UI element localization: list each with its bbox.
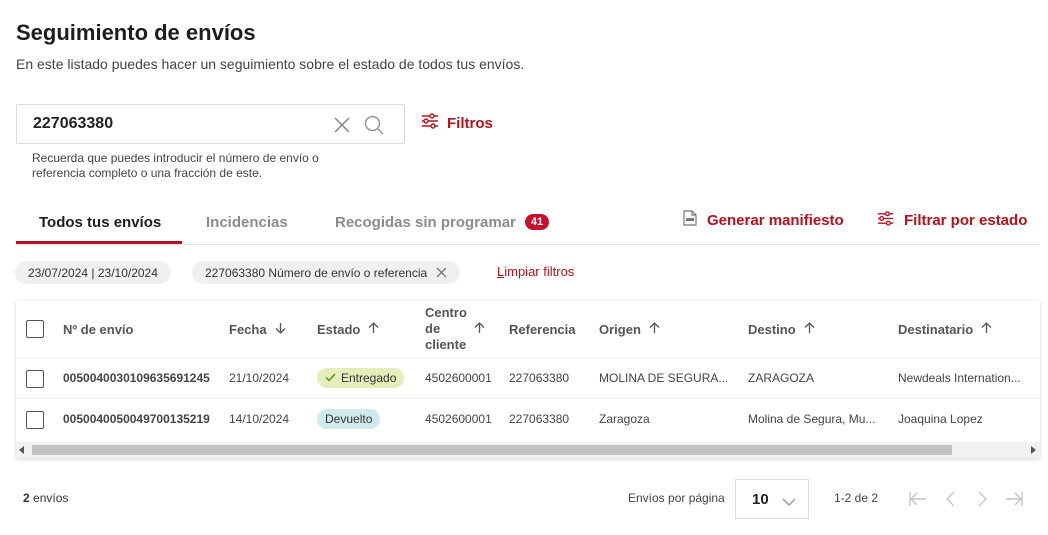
previous-page-icon[interactable] [941, 489, 961, 509]
table-row[interactable]: 0050040050049700135219 14/10/2024 Devuel… [16, 398, 1040, 439]
reference: 227063380 [509, 412, 570, 426]
arrow-up-icon [649, 321, 660, 337]
column-header-shipment-no[interactable]: Nº de envío [63, 301, 133, 357]
count-number: 2 [23, 491, 30, 505]
page-title: Seguimiento de envíos [16, 20, 256, 45]
column-header-recipient[interactable]: Destinatario [898, 301, 992, 357]
shipments-count: 2 envíos [23, 491, 68, 505]
manifest-label: Generar manifiesto [707, 211, 844, 229]
generate-manifest-button[interactable]: Generar manifiesto [683, 210, 844, 230]
chevron-down-icon [782, 494, 796, 506]
arrow-up-icon [981, 321, 992, 337]
client-center: 4502600001 [425, 371, 492, 385]
first-page-icon[interactable] [908, 489, 928, 509]
column-label: Destinatario [898, 321, 974, 337]
close-icon[interactable] [436, 267, 447, 278]
tab-label: Recogidas sin programar [335, 213, 516, 231]
client-center: 4502600001 [425, 412, 492, 426]
search-hint: Recuerda que puedes introducir el número… [32, 151, 319, 180]
scrollbar-thumb[interactable] [32, 445, 952, 455]
arrow-up-icon [368, 321, 379, 337]
tab-label: Incidencias [206, 213, 288, 231]
destination: ZARAGOZA [748, 371, 815, 385]
clear-filters-label: impiar filtros [504, 264, 575, 279]
column-header-destination[interactable]: Destino [748, 301, 815, 357]
active-tab-indicator [16, 241, 182, 244]
filters-label: Filtros [447, 114, 493, 132]
recipient: Newdeals Internation... [898, 371, 1021, 385]
date-range-chip: 23/07/2024 | 23/10/2024 [15, 261, 171, 284]
status-cell: Devuelto [317, 399, 422, 439]
destination: Molina de Segura, Mu... [748, 412, 876, 426]
search-filter-chip: 227063380 Número de envío o referencia [192, 261, 461, 284]
count-badge: 41 [524, 214, 550, 230]
status-label: Entregado [341, 371, 397, 385]
count-label: envíos [29, 491, 69, 505]
search-input[interactable] [33, 105, 333, 143]
recipient: Joaquina Lopez [898, 412, 983, 426]
search-icon[interactable] [364, 115, 384, 135]
column-header-reference[interactable]: Referencia [509, 301, 575, 357]
status-filter-label: Filtrar por estado [904, 211, 1028, 229]
page-subtitle: En este listado puedes hacer un seguimie… [16, 56, 525, 72]
last-page-icon[interactable] [1004, 489, 1024, 509]
horizontal-scrollbar[interactable] [16, 442, 1040, 458]
status-cell: Entregado [317, 358, 422, 398]
scroll-right-arrow-icon[interactable] [1031, 446, 1036, 454]
sliders-icon [421, 112, 439, 134]
origin: MOLINA DE SEGURA... [599, 371, 729, 385]
page-range: 1-2 de 2 [834, 491, 879, 505]
tab-incidents[interactable]: Incidencias [206, 200, 288, 244]
row-checkbox[interactable] [26, 411, 44, 429]
close-icon[interactable] [333, 116, 351, 134]
shipment-number[interactable]: 0050040030109635691245 [63, 358, 228, 398]
row-checkbox[interactable] [26, 370, 44, 388]
table-row[interactable]: 0050040030109635691245 21/10/2024 Entreg… [16, 357, 1040, 398]
column-label: Fecha [229, 321, 267, 337]
tab-label: Todos tus envíos [39, 213, 162, 231]
status-badge: Entregado [317, 368, 405, 388]
scroll-left-arrow-icon[interactable] [19, 446, 24, 454]
column-label: Origen [599, 321, 641, 337]
origin: Zaragoza [599, 412, 650, 426]
column-label: Nº de envío [63, 321, 134, 337]
arrow-up-icon [804, 321, 815, 337]
tab-unscheduled-pickups[interactable]: Recogidas sin programar 41 [335, 200, 550, 244]
filters-button[interactable]: Filtros [421, 113, 493, 133]
shipment-date: 21/10/2024 [229, 371, 290, 385]
status-badge: Devuelto [317, 409, 381, 429]
shipment-date: 14/10/2024 [229, 412, 290, 426]
column-label: Destino [748, 321, 796, 337]
column-label: Estado [317, 321, 361, 337]
reference: 227063380 [509, 371, 570, 385]
column-header-date[interactable]: Fecha [229, 301, 286, 357]
clear-filters-link[interactable]: Limpiar filtros [497, 264, 574, 279]
column-label: Referencia [509, 321, 576, 337]
tab-all-shipments[interactable]: Todos tus envíos [39, 200, 161, 244]
shipment-number[interactable]: 0050040050049700135219 [63, 399, 228, 439]
check-icon [325, 371, 336, 385]
arrow-down-icon [275, 322, 286, 337]
search-box [16, 104, 405, 144]
per-page-select[interactable]: 10 [735, 479, 809, 519]
sliders-icon [877, 210, 894, 231]
per-page-value: 10 [752, 491, 769, 508]
column-header-status[interactable]: Estado [317, 301, 379, 357]
shipments-table: Nº de envío Fecha Estado Centro de clien… [16, 301, 1040, 458]
chip-label: 23/07/2024 | 23/10/2024 [28, 265, 158, 280]
status-label: Devuelto [325, 412, 373, 426]
column-label: Centro de cliente [425, 305, 467, 352]
next-page-icon[interactable] [972, 489, 992, 509]
filter-by-status-button[interactable]: Filtrar por estado [877, 210, 1027, 230]
column-header-center[interactable]: Centro de cliente [425, 301, 505, 357]
column-header-origin[interactable]: Origen [599, 301, 660, 357]
arrow-up-icon [474, 321, 485, 337]
pdf-file-icon [683, 210, 697, 230]
select-all-checkbox[interactable] [26, 320, 44, 338]
chip-label: 227063380 Número de envío o referencia [205, 265, 428, 280]
per-page-label: Envíos por página [628, 491, 725, 505]
